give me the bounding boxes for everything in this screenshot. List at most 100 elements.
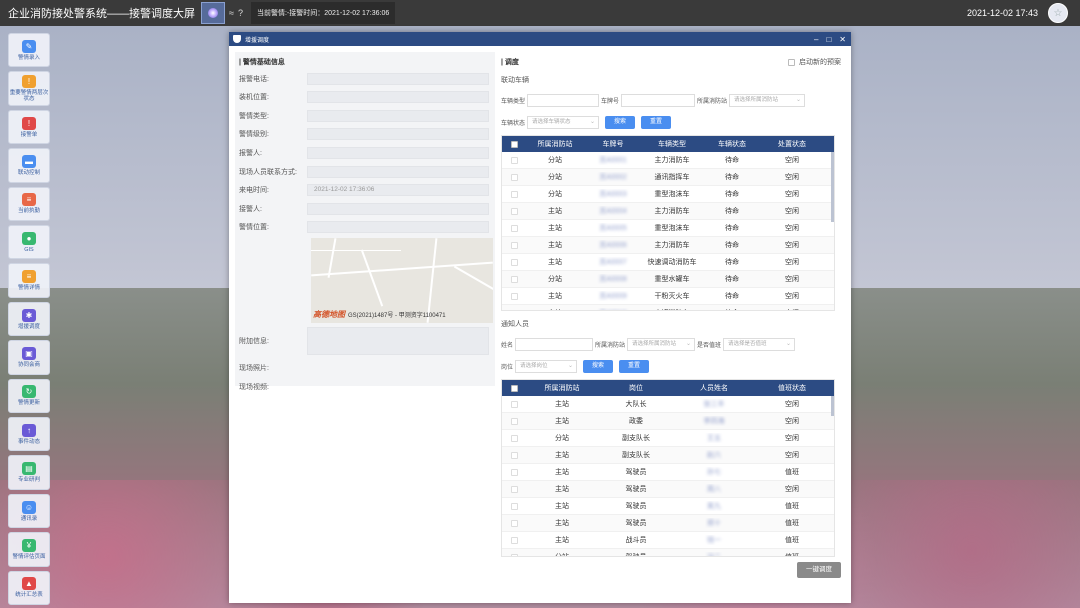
sidebar-item-6[interactable]: ≡ 警情详情: [8, 263, 50, 298]
staff-reset-button[interactable]: 重置: [619, 359, 650, 373]
wave-icon[interactable]: ≈: [229, 8, 234, 18]
post-select[interactable]: 请选择岗位 ⌄: [515, 359, 578, 373]
row-checkbox[interactable]: [502, 400, 526, 408]
row-checkbox[interactable]: [502, 258, 526, 266]
select-all-checkbox[interactable]: [502, 140, 526, 148]
sidebar-item-14[interactable]: ▲ 统计汇总表: [8, 570, 50, 606]
on-duty-select[interactable]: 请选择是否值班 ⌄: [723, 337, 796, 351]
sidebar-item-8[interactable]: ▣ 协同会商: [8, 340, 50, 375]
column-header[interactable]: 所属消防站: [526, 139, 584, 149]
sidebar-item-12[interactable]: ☺ 通讯录: [8, 493, 50, 529]
location-map[interactable]: 高德地图 GS(2021)1487号 - 甲测资字1100471: [311, 238, 493, 324]
row-checkbox[interactable]: [502, 468, 526, 476]
row-checkbox[interactable]: [502, 275, 526, 283]
close-button[interactable]: ✕: [839, 35, 846, 44]
sidebar-item-5[interactable]: ● GIS: [8, 225, 50, 260]
table-row[interactable]: 主站 苏A0006 主力消防车 待命 空闲: [502, 237, 834, 254]
row-checkbox[interactable]: [502, 519, 526, 527]
sidebar-item-10[interactable]: ↑ 事件动态: [8, 417, 50, 452]
table-row[interactable]: 主站 政委 李四海 空闲: [502, 413, 834, 430]
table-row[interactable]: 主站 苏A0004 主力消防车 待命 空闲: [502, 203, 834, 220]
row-checkbox[interactable]: [502, 536, 526, 544]
table-row[interactable]: 主站苏A0010水罐消防车待命空闲: [502, 305, 834, 310]
vehicle-reset-button[interactable]: 重置: [641, 115, 672, 129]
table-row[interactable]: 分站 苏A0003 重型泡沫车 待命 空闲: [502, 186, 834, 203]
sidebar-item-2[interactable]: ! 接警单: [8, 109, 50, 145]
table-row[interactable]: 主站 驾驶员 周八 空闲: [502, 481, 834, 498]
table-row[interactable]: 分站 副支队长 王五 空闲: [502, 430, 834, 447]
column-header[interactable]: 人员姓名: [674, 383, 754, 393]
field-value[interactable]: [307, 221, 489, 234]
row-checkbox[interactable]: [502, 241, 526, 249]
field-value[interactable]: [307, 109, 489, 122]
vehicle-station-select[interactable]: 请选择所属消防站 ⌄: [729, 93, 806, 107]
theme-orb-icon[interactable]: [201, 2, 225, 24]
row-checkbox[interactable]: [502, 502, 526, 510]
row-checkbox[interactable]: [502, 309, 526, 310]
row-checkbox[interactable]: [502, 553, 526, 556]
row-checkbox[interactable]: [502, 207, 526, 215]
field-value[interactable]: 2021-12-02 17:36:06: [307, 184, 489, 197]
row-checkbox[interactable]: [502, 156, 526, 164]
table-row[interactable]: 主站 苏A0009 干粉灭火车 待命 空闲: [502, 288, 834, 305]
row-checkbox[interactable]: [502, 292, 526, 300]
sidebar-item-11[interactable]: ▤ 专业研判: [8, 455, 50, 490]
column-header[interactable]: 岗位: [598, 383, 674, 393]
row-checkbox[interactable]: [502, 224, 526, 232]
row-checkbox[interactable]: [502, 434, 526, 442]
one-click-dispatch-button[interactable]: 一键调度: [797, 562, 841, 578]
sidebar-item-9[interactable]: ↻ 警情更新: [8, 378, 50, 414]
staff-search-button[interactable]: 搜索: [583, 359, 614, 373]
help-icon[interactable]: ?: [238, 8, 243, 18]
sidebar-item-1[interactable]: ! 重要警情两层次状态: [8, 71, 50, 106]
field-value[interactable]: [307, 165, 489, 178]
column-header[interactable]: 所属消防站: [526, 383, 598, 393]
table-row[interactable]: 分站 苏A0002 通讯指挥车 待命 空闲: [502, 169, 834, 186]
field-value[interactable]: [307, 146, 489, 159]
extra-info-textarea[interactable]: [307, 327, 489, 356]
column-header[interactable]: 车辆状态: [702, 139, 762, 149]
vehicle-search-button[interactable]: 搜索: [605, 115, 636, 129]
staff-name-input[interactable]: [515, 337, 594, 351]
vehicles-scrollbar[interactable]: [831, 152, 834, 222]
row-checkbox[interactable]: [502, 190, 526, 198]
table-row[interactable]: 分站 苏A0001 主力消防车 待命 空闲: [502, 152, 834, 169]
auto-plan-toggle[interactable]: 启动新的预案: [788, 57, 841, 67]
select-all-checkbox[interactable]: [502, 384, 526, 392]
auto-plan-checkbox[interactable]: [788, 58, 795, 66]
table-row[interactable]: 主站 苏A0007 快速调动消防车 待命 空闲: [502, 254, 834, 271]
row-checkbox[interactable]: [502, 485, 526, 493]
column-header[interactable]: 处置状态: [762, 139, 822, 149]
maximize-button[interactable]: □: [826, 35, 831, 44]
row-checkbox[interactable]: [502, 417, 526, 425]
row-checkbox[interactable]: [502, 173, 526, 181]
sidebar-item-0[interactable]: ✎ 警情录入: [8, 33, 50, 68]
table-row[interactable]: 分站 苏A0008 重型水罐车 待命 空闲: [502, 271, 834, 288]
minimize-button[interactable]: –: [814, 35, 818, 44]
row-checkbox[interactable]: [502, 451, 526, 459]
table-row[interactable]: 主站 驾驶员 吴九 值班: [502, 498, 834, 515]
table-row[interactable]: 分站驾驶员冯二值班: [502, 549, 834, 556]
table-row[interactable]: 主站 驾驶员 郑十 值班: [502, 515, 834, 532]
vehicle-status-select[interactable]: 请选择车辆状态 ⌄: [527, 115, 600, 129]
sidebar-item-3[interactable]: ▬ 联动控制: [8, 148, 50, 183]
vehicle-type-input[interactable]: [527, 93, 600, 107]
staff-station-select[interactable]: 请选择所属消防站 ⌄: [627, 337, 696, 351]
table-row[interactable]: 主站 战斗员 钱一 值班: [502, 532, 834, 549]
table-row[interactable]: 主站 驾驶员 孙七 值班: [502, 464, 834, 481]
field-value[interactable]: [307, 91, 489, 104]
column-header[interactable]: 车辆类型: [642, 139, 702, 149]
plate-input[interactable]: [621, 93, 696, 107]
table-row[interactable]: 主站 大队长 张三丰 空闲: [502, 396, 834, 413]
field-value[interactable]: [307, 202, 489, 215]
staff-scrollbar[interactable]: [831, 396, 834, 416]
column-header[interactable]: 车牌号: [584, 139, 642, 149]
user-avatar[interactable]: ☆: [1048, 3, 1068, 23]
table-row[interactable]: 主站 副支队长 赵六 空闲: [502, 447, 834, 464]
table-row[interactable]: 主站 苏A0005 重型泡沫车 待命 空闲: [502, 220, 834, 237]
sidebar-item-4[interactable]: ≡ 当前执勤: [8, 186, 50, 222]
sidebar-item-13[interactable]: ¥ 警情评估页面: [8, 532, 50, 567]
column-header[interactable]: 值班状态: [754, 383, 830, 393]
field-value[interactable]: [307, 128, 489, 141]
field-value[interactable]: [307, 72, 489, 85]
